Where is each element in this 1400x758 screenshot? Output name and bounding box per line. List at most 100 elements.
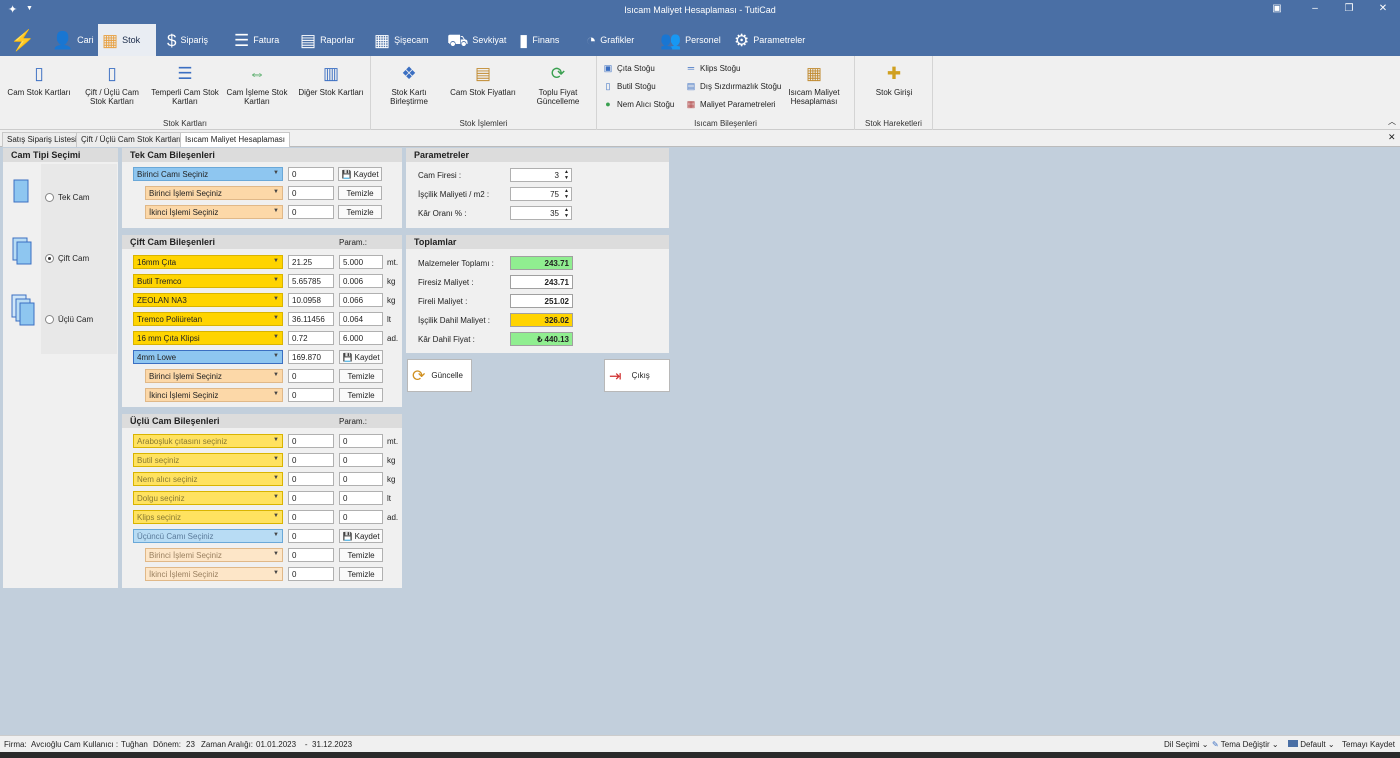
uclu-cam-nem-param[interactable]: 0 xyxy=(339,472,383,486)
dis-sizdirmazlik-stogu-button[interactable]: ▤ Dış Sızdırmazlık Stoğu xyxy=(686,81,782,91)
uclu-cam-cita-select[interactable]: Araboşluk çıtasını seçiniz ▼ xyxy=(133,434,283,448)
cift-cam-klips-value[interactable]: 0.72 xyxy=(288,331,334,345)
tema-degistir-button[interactable]: ✎ Tema Değiştir ⌄ xyxy=(1212,740,1279,749)
kar-orani-spinner[interactable]: 35 ▲ ▼ xyxy=(510,206,572,220)
collapse-ribbon-icon[interactable]: ︿ xyxy=(1388,116,1396,127)
cam-stok-fiyatlari-button[interactable]: ▤ Cam Stok Fiyatları xyxy=(447,64,519,97)
spinner-arrows-icon[interactable]: ▲ ▼ xyxy=(564,169,569,181)
uclu-cam-glass-select[interactable]: Üçüncü Camı Seçiniz ▼ xyxy=(133,529,283,543)
uclu-cam-nem-select[interactable]: Nem alıcı seçiniz ▼ xyxy=(133,472,283,486)
minimize-button[interactable]: – xyxy=(1306,3,1324,17)
cift-cam-glass-value[interactable]: 169.870 xyxy=(288,350,334,364)
tab-isicam-maliyet-hesaplamasi[interactable]: Isıcam Maliyet Hesaplaması xyxy=(180,132,291,147)
uclu-cam-process1-value[interactable]: 0 xyxy=(288,548,334,562)
default-theme-button[interactable]: Default ⌄ xyxy=(1288,740,1335,749)
cift-cam-cita-value[interactable]: 21.25 xyxy=(288,255,334,269)
cift-cam-process2-select[interactable]: İkinci İşlemi Seçiniz ▼ xyxy=(145,388,283,402)
uclu-cam-klips-value[interactable]: 0 xyxy=(288,510,334,524)
uclu-cam-butil-param[interactable]: 0 xyxy=(339,453,383,467)
tek-cam-process1-value[interactable]: 0 xyxy=(288,186,334,200)
uclu-cam-glass-value[interactable]: 0 xyxy=(288,529,334,543)
tab-cift-uclu-cam-stok-kartlari[interactable]: Çift / Üçlü Cam Stok Kartları xyxy=(76,132,187,147)
tab-satis-siparis-listesi[interactable]: Satış Sipariş Listesi xyxy=(2,132,82,147)
iscilik-maliyeti-spinner[interactable]: 75 ▲ ▼ xyxy=(510,187,572,201)
cift-cam-dolgu-param[interactable]: 0.064 xyxy=(339,312,383,326)
uclu-cam-dolgu-param[interactable]: 0 xyxy=(339,491,383,505)
menu-sisecam[interactable]: ▦ Şişecam xyxy=(370,24,433,56)
tek-cam-process2-temizle-button[interactable]: Temizle xyxy=(338,205,382,219)
menu-grafikler[interactable]: ◔ Grafikler xyxy=(582,24,638,56)
radio-cift-cam[interactable]: Çift Cam xyxy=(45,254,89,263)
toplu-fiyat-guncelleme-button[interactable]: ⟳ Toplu Fiyat Güncelleme xyxy=(523,64,593,106)
tek-cam-process2-select[interactable]: İkinci İşlemi Seçiniz ▼ xyxy=(145,205,283,219)
tek-cam-process1-temizle-button[interactable]: Temizle xyxy=(338,186,382,200)
close-tab-icon[interactable]: ✕ xyxy=(1388,132,1396,143)
stok-karti-birlestirme-button[interactable]: ❖ Stok Kartı Birleştirme xyxy=(377,64,441,106)
uclu-cam-process2-value[interactable]: 0 xyxy=(288,567,334,581)
uclu-cam-cita-value[interactable]: 0 xyxy=(288,434,334,448)
home-logo-icon[interactable]: ⚡ xyxy=(6,24,39,56)
nem-alici-stogu-button[interactable]: ● Nem Alıcı Stoğu xyxy=(603,99,674,109)
menu-cari[interactable]: 👤 Cari xyxy=(48,24,98,56)
cift-cam-dolgu-select[interactable]: Tremco Poliüretan ▼ xyxy=(133,312,283,326)
uclu-cam-process1-select[interactable]: Birinci İşlemi Seçiniz ▼ xyxy=(145,548,283,562)
cam-stok-kartlari-button[interactable]: ▯ Cam Stok Kartları xyxy=(4,64,74,97)
cift-uclu-cam-stok-kartlari-button[interactable]: ▯ Çift / Üçlü Cam Stok Kartları xyxy=(78,64,146,106)
cikis-button[interactable]: ⇥ Çıkış xyxy=(604,359,670,392)
cift-cam-process1-select[interactable]: Birinci İşlemi Seçiniz ▼ xyxy=(145,369,283,383)
diger-stok-kartlari-button[interactable]: ▥ Diğer Stok Kartları xyxy=(294,64,368,97)
close-button[interactable]: ✕ xyxy=(1374,3,1392,17)
guncelle-button[interactable]: ⟳ Güncelle xyxy=(407,359,472,392)
tek-cam-process2-value[interactable]: 0 xyxy=(288,205,334,219)
tek-cam-glass-select[interactable]: Birinci Camı Seçiniz ▼ xyxy=(133,167,283,181)
cift-cam-dolgu-value[interactable]: 36.11456 xyxy=(288,312,334,326)
cift-cam-process1-value[interactable]: 0 xyxy=(288,369,334,383)
spinner-arrows-icon[interactable]: ▲ ▼ xyxy=(564,188,569,200)
cift-cam-glass-select[interactable]: 4mm Lowe ▼ xyxy=(133,350,283,364)
cift-cam-nem-value[interactable]: 10.0958 xyxy=(288,293,334,307)
spinner-arrows-icon[interactable]: ▲ ▼ xyxy=(564,207,569,219)
tek-cam-kaydet-button[interactable]: 💾 Kaydet xyxy=(338,167,382,181)
menu-stok[interactable]: ▦ Stok xyxy=(98,24,156,56)
uclu-cam-klips-param[interactable]: 0 xyxy=(339,510,383,524)
uclu-cam-nem-value[interactable]: 0 xyxy=(288,472,334,486)
radio-uclu-cam[interactable]: Üçlü Cam xyxy=(45,315,93,324)
menu-siparis[interactable]: $ Sipariş xyxy=(163,24,212,56)
uclu-cam-cita-param[interactable]: 0 xyxy=(339,434,383,448)
cift-cam-butil-select[interactable]: Butil Tremco ▼ xyxy=(133,274,283,288)
butil-stogu-button[interactable]: ▯ Butil Stoğu xyxy=(603,81,656,91)
restore-layout-icon[interactable]: ▣ xyxy=(1268,3,1286,17)
uclu-cam-klips-select[interactable]: Klips seçiniz ▼ xyxy=(133,510,283,524)
stok-girisi-button[interactable]: ✚ Stok Girişi xyxy=(863,64,925,97)
menu-finans[interactable]: ▮ Finans xyxy=(515,24,563,56)
cift-cam-cita-param[interactable]: 5.000 xyxy=(339,255,383,269)
dil-secimi-button[interactable]: Dil Seçimi ⌄ xyxy=(1164,740,1209,749)
cift-cam-nem-select[interactable]: ZEOLAN NA3 ▼ xyxy=(133,293,283,307)
cift-cam-butil-value[interactable]: 5.65785 xyxy=(288,274,334,288)
cift-cam-cita-select[interactable]: 16mm Çıta ▼ xyxy=(133,255,283,269)
uclu-cam-dolgu-value[interactable]: 0 xyxy=(288,491,334,505)
cift-cam-butil-param[interactable]: 0.006 xyxy=(339,274,383,288)
radio-tek-cam[interactable]: Tek Cam xyxy=(45,193,90,202)
menu-personel[interactable]: 👥 Personel xyxy=(656,24,725,56)
tek-cam-process1-select[interactable]: Birinci İşlemi Seçiniz ▼ xyxy=(145,186,283,200)
cift-cam-process1-temizle-button[interactable]: Temizle xyxy=(339,369,383,383)
temperli-cam-stok-kartlari-button[interactable]: ☰ Temperli Cam Stok Kartları xyxy=(150,64,220,106)
isicam-maliyet-hesaplamasi-button[interactable]: ▦ Isıcam Maliyet Hesaplaması xyxy=(783,64,845,106)
cita-stogu-button[interactable]: ▣ Çıta Stoğu xyxy=(603,63,655,73)
menu-raporlar[interactable]: ▤ Raporlar xyxy=(296,24,359,56)
temayi-kaydet-button[interactable]: Temayı Kaydet xyxy=(1342,740,1395,749)
menu-parametreler[interactable]: ⚙ Parametreler xyxy=(730,24,809,56)
cam-firesi-spinner[interactable]: 3 ▲ ▼ xyxy=(510,168,572,182)
cift-cam-klips-select[interactable]: 16 mm Çıta Klipsi ▼ xyxy=(133,331,283,345)
maximize-button[interactable]: ❐ xyxy=(1340,3,1358,17)
klips-stogu-button[interactable]: ═ Klips Stoğu xyxy=(686,63,741,73)
uclu-cam-butil-value[interactable]: 0 xyxy=(288,453,334,467)
cift-cam-klips-param[interactable]: 6.000 xyxy=(339,331,383,345)
cift-cam-process2-temizle-button[interactable]: Temizle xyxy=(339,388,383,402)
uclu-cam-dolgu-select[interactable]: Dolgu seçiniz ▼ xyxy=(133,491,283,505)
cift-cam-process2-value[interactable]: 0 xyxy=(288,388,334,402)
tek-cam-glass-value[interactable]: 0 xyxy=(288,167,334,181)
uclu-cam-process2-select[interactable]: İkinci İşlemi Seçiniz ▼ xyxy=(145,567,283,581)
cam-isleme-stok-kartlari-button[interactable]: ⇔ Cam İşleme Stok Kartları xyxy=(224,64,290,106)
